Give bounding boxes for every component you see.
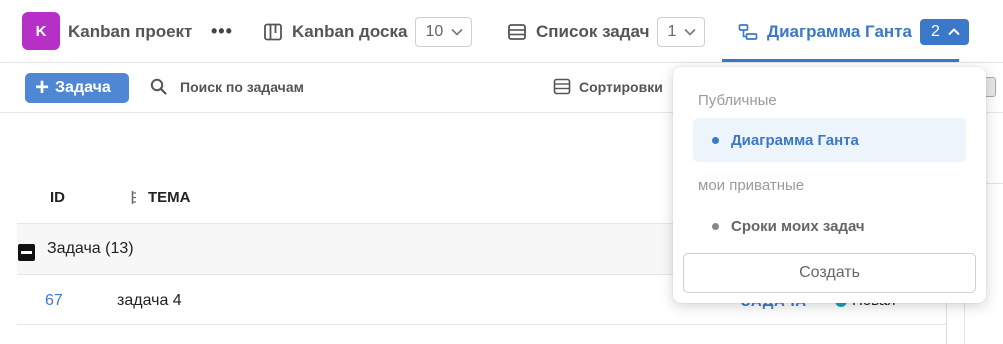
bullet-icon	[712, 136, 719, 144]
private-views-heading: мои приватные	[698, 177, 805, 194]
search-icon	[150, 78, 167, 95]
column-header-id[interactable]: ID	[50, 189, 65, 206]
tab-gantt-chart-label: Диаграмма Ганта	[767, 22, 912, 41]
views-count: 2	[930, 23, 940, 40]
view-item-label: Сроки моих задач	[731, 217, 865, 235]
more-options-icon[interactable]: •••	[211, 22, 233, 40]
project-name[interactable]: Kanban проект	[68, 22, 192, 42]
views-count: 1	[667, 23, 677, 40]
tab-task-list-label: Список задач	[536, 22, 650, 41]
board-icon	[264, 23, 282, 41]
public-views-heading: Публичные	[698, 92, 777, 109]
view-item-label: Диаграмма Ганта	[731, 131, 859, 149]
list-icon	[508, 24, 526, 40]
tab-gantt-chart[interactable]: Диаграмма Ганта 2	[738, 17, 969, 47]
views-count: 10	[425, 23, 444, 40]
column-header-subject[interactable]: ТЕМА	[148, 189, 191, 206]
top-navigation: K Kanban проект ••• Kanban доска 10 Спис…	[0, 0, 1003, 63]
add-task-label: Задача	[55, 79, 111, 96]
bullet-icon	[712, 222, 719, 230]
search-input[interactable]: Поиск по задачам	[150, 78, 304, 95]
tab-kanban-board-views-dropdown[interactable]: 10	[415, 17, 473, 47]
sort-button[interactable]: Сортировки	[553, 78, 663, 95]
column-resize-handle-icon[interactable]	[131, 190, 137, 205]
view-item-my-task-deadlines[interactable]: Сроки моих задач	[693, 204, 966, 248]
task-id-link[interactable]: 67	[45, 292, 63, 310]
task-name[interactable]: задача 4	[117, 292, 182, 310]
tab-kanban-board[interactable]: Kanban доска 10	[263, 17, 473, 47]
sort-label: Сортировки	[579, 78, 663, 95]
tab-task-list-views-dropdown[interactable]: 1	[657, 17, 706, 47]
gantt-icon	[738, 24, 758, 40]
project-logo[interactable]: K	[22, 12, 60, 50]
create-view-button[interactable]: Создать	[683, 253, 976, 293]
gantt-views-dropdown: Публичные Диаграмма Ганта мои приватные …	[673, 67, 986, 303]
tab-task-list[interactable]: Список задач 1	[507, 17, 706, 47]
sort-icon	[553, 78, 571, 95]
add-task-button[interactable]: + Задача	[25, 73, 129, 103]
collapse-group-icon[interactable]	[18, 244, 35, 261]
group-label: Задача (13)	[47, 240, 134, 257]
view-item-gantt-chart[interactable]: Диаграмма Ганта	[693, 118, 966, 162]
chevron-down-icon	[684, 28, 696, 36]
chevron-up-icon	[948, 28, 960, 36]
active-tab-indicator	[722, 59, 959, 62]
tab-gantt-chart-views-dropdown[interactable]: 2	[919, 19, 969, 45]
tab-kanban-board-label: Kanban доска	[292, 22, 408, 41]
search-placeholder: Поиск по задачам	[180, 78, 304, 95]
chevron-down-icon	[451, 28, 463, 36]
plus-icon: +	[35, 74, 50, 101]
